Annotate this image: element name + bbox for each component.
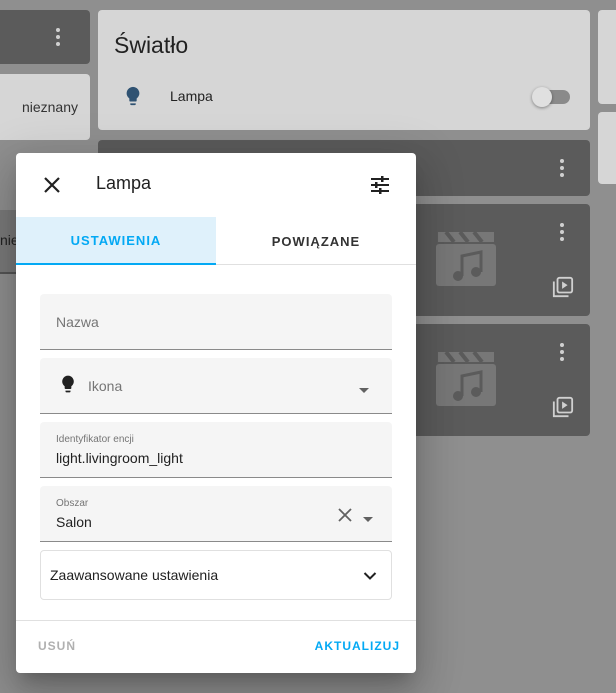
tune-icon[interactable] [368,173,392,202]
lightbulb-icon [58,372,78,401]
entity-settings-dialog: Lampa USTAWIENIA POWIĄZANE Nazwa Ikona I… [16,153,416,673]
area-field[interactable]: Obszar Salon [40,486,392,542]
advanced-settings-expander[interactable]: Zaawansowane ustawienia [40,550,392,600]
entity-id-value: light.livingroom_light [56,450,183,466]
movie-music-icon [436,350,496,411]
name-field[interactable]: Nazwa [40,294,392,350]
advanced-settings-label: Zaawansowane ustawienia [50,567,219,583]
tab-related[interactable]: POWIĄZANE [216,217,416,265]
delete-button[interactable]: USUŃ [38,639,76,653]
play-box-icon[interactable] [552,276,574,303]
area-value: Salon [56,514,92,530]
dialog-footer: USUŃ AKTUALIZUJ [16,620,416,673]
left-card-status: nieznany [0,74,90,140]
clear-icon[interactable] [338,508,352,527]
card-menu-icon[interactable] [550,220,574,244]
icon-picker-field[interactable]: Ikona [40,358,392,414]
lightbulb-icon [122,84,144,113]
light-entity-name: Lampa [170,88,213,104]
tab-settings[interactable]: USTAWIENIA [16,217,216,265]
dialog-title: Lampa [96,173,152,193]
update-button[interactable]: AKTUALIZUJ [315,639,400,653]
dialog-tabs: USTAWIENIA POWIĄZANE [16,217,416,265]
entity-id-field[interactable]: Identyfikator encji light.livingroom_lig… [40,422,392,478]
toggle-knob [532,87,552,107]
dialog-header: Lampa [16,153,416,217]
right-card-partial-2 [598,112,616,184]
area-label: Obszar [56,498,89,509]
light-card: Światło Lampa [98,10,590,130]
dropdown-arrow-icon[interactable] [358,382,370,400]
status-text: nieznany [21,99,78,115]
card-menu-icon[interactable] [550,156,574,180]
left-card-top [0,10,90,64]
play-box-icon[interactable] [552,396,574,423]
chevron-down-icon[interactable] [363,568,377,586]
icon-placeholder: Ikona [88,378,123,394]
right-card-partial-1 [598,10,616,104]
light-card-title: Światło [114,32,189,58]
light-toggle[interactable] [532,87,570,107]
card-menu-icon[interactable] [550,340,574,364]
name-placeholder: Nazwa [56,314,99,330]
entity-id-label: Identyfikator encji [56,434,134,445]
dropdown-arrow-icon[interactable] [362,511,374,529]
card-menu-icon[interactable] [46,25,70,49]
movie-music-icon [436,230,496,291]
close-icon[interactable] [40,173,64,202]
